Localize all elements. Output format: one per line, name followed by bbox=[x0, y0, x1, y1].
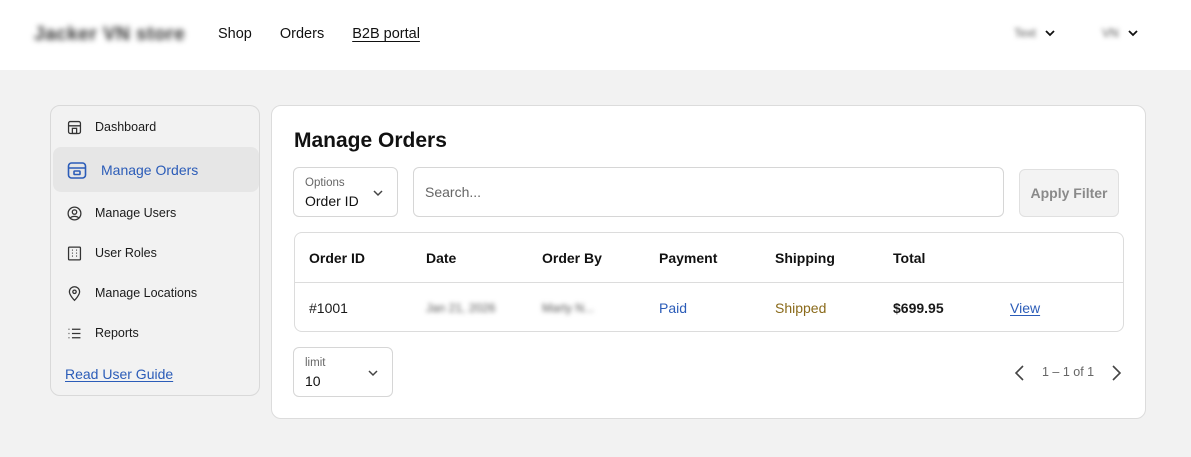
chevron-down-icon bbox=[373, 190, 383, 197]
total-cell: $699.95 bbox=[893, 300, 944, 316]
column-header-payment[interactable]: Payment bbox=[659, 233, 717, 283]
location-pin-icon bbox=[68, 285, 81, 301]
column-header-order-id[interactable]: Order ID bbox=[309, 233, 365, 283]
building-icon bbox=[67, 245, 82, 261]
order-id-cell: #1001 bbox=[309, 300, 348, 316]
options-select-value: Order ID bbox=[305, 193, 359, 209]
sidebar-item-manage-orders[interactable]: Manage Orders bbox=[53, 147, 259, 192]
nav-orders[interactable]: Orders bbox=[280, 26, 324, 42]
read-user-guide-link[interactable]: Read User Guide bbox=[65, 366, 173, 382]
chevron-left-icon[interactable] bbox=[1012, 364, 1028, 382]
limit-select-value: 10 bbox=[305, 373, 321, 389]
list-icon bbox=[68, 328, 81, 338]
limit-select[interactable]: limit 10 bbox=[293, 347, 393, 397]
sidebar-item-manage-users[interactable]: Manage Users bbox=[51, 193, 259, 233]
column-header-shipping[interactable]: Shipping bbox=[775, 233, 835, 283]
sidebar-item-label: Dashboard bbox=[95, 120, 157, 134]
pagination-range: 1 – 1 of 1 bbox=[1042, 365, 1095, 379]
top-header: Jacker VN store Shop Orders B2B portal T… bbox=[0, 0, 1191, 70]
column-header-date[interactable]: Date bbox=[426, 233, 456, 283]
sidebar-item-label: User Roles bbox=[95, 246, 157, 260]
language-dropdown-value: Text bbox=[1014, 26, 1037, 40]
sidebar-item-dashboard[interactable]: Dashboard bbox=[51, 107, 259, 147]
sidebar: Dashboard Manage Orders Manage Users Use… bbox=[50, 105, 260, 396]
language-dropdown[interactable]: Text bbox=[1014, 26, 1056, 40]
page-title: Manage Orders bbox=[294, 129, 447, 152]
order-by-cell: Marty N... bbox=[542, 301, 595, 315]
chevron-down-icon bbox=[1128, 30, 1138, 37]
user-dropdown[interactable]: VN bbox=[1102, 26, 1139, 40]
orders-table: Order ID Date Order By Payment Shipping … bbox=[294, 232, 1124, 332]
search-input[interactable] bbox=[413, 167, 1004, 217]
user-dropdown-value: VN bbox=[1102, 26, 1119, 40]
sidebar-item-label: Manage Locations bbox=[95, 286, 198, 300]
sidebar-item-user-roles[interactable]: User Roles bbox=[51, 233, 259, 273]
limit-select-label: limit bbox=[305, 357, 326, 369]
table-row[interactable]: #1001 Jan 21, 2026 Marty N... Paid Shipp… bbox=[295, 283, 1123, 331]
options-select[interactable]: Options Order ID bbox=[293, 167, 398, 217]
sidebar-item-label: Manage Users bbox=[95, 206, 177, 220]
options-select-label: Options bbox=[305, 177, 345, 189]
column-header-order-by[interactable]: Order By bbox=[542, 233, 602, 283]
sidebar-item-reports[interactable]: Reports bbox=[51, 313, 259, 353]
nav-b2b-portal[interactable]: B2B portal bbox=[352, 26, 420, 42]
main-nav: Shop Orders B2B portal bbox=[218, 26, 420, 42]
sidebar-item-label: Manage Orders bbox=[101, 161, 199, 178]
store-brand[interactable]: Jacker VN store bbox=[34, 24, 185, 46]
view-order-link[interactable]: View bbox=[1010, 283, 1040, 331]
nav-shop[interactable]: Shop bbox=[218, 26, 252, 42]
chevron-down-icon bbox=[1045, 30, 1055, 37]
sidebar-item-label: Reports bbox=[95, 326, 139, 340]
payment-status-cell: Paid bbox=[659, 300, 688, 316]
user-circle-icon bbox=[67, 205, 82, 221]
shipping-status-cell: Shipped bbox=[775, 300, 827, 316]
store-icon bbox=[67, 120, 82, 134]
chevron-right-icon[interactable] bbox=[1108, 364, 1124, 382]
column-header-total[interactable]: Total bbox=[893, 233, 925, 283]
apply-filter-button[interactable]: Apply Filter bbox=[1019, 169, 1119, 217]
manage-orders-panel: Manage Orders Options Order ID Apply Fil… bbox=[271, 105, 1146, 419]
table-header-row: Order ID Date Order By Payment Shipping … bbox=[295, 233, 1123, 283]
date-cell: Jan 21, 2026 bbox=[426, 301, 496, 315]
sidebar-item-manage-locations[interactable]: Manage Locations bbox=[51, 273, 259, 313]
chevron-down-icon bbox=[368, 370, 378, 377]
box-icon bbox=[67, 161, 87, 179]
